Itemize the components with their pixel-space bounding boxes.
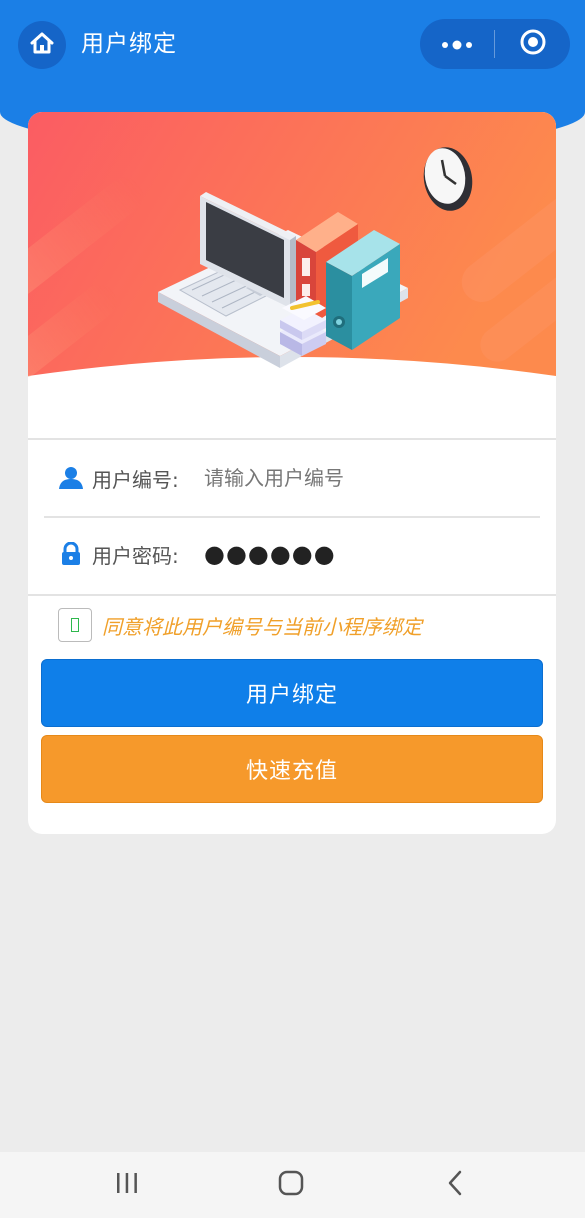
user-id-row: 用户编号:	[58, 458, 504, 498]
back-nav-button[interactable]	[410, 1152, 500, 1218]
home-icon	[29, 30, 55, 60]
password-label: 用户密码:	[92, 543, 179, 568]
home-nav-button[interactable]	[246, 1152, 336, 1218]
home-square-icon	[277, 1169, 305, 1201]
user-icon	[58, 465, 84, 491]
page-title: 用户绑定	[81, 31, 177, 57]
bind-button[interactable]: 用户绑定	[41, 659, 543, 727]
agreement-row: 同意将此用户编号与当前小程序绑定	[58, 608, 422, 642]
more-dots-icon	[440, 35, 474, 54]
lock-icon	[58, 541, 84, 567]
back-chevron-icon	[445, 1169, 465, 1201]
more-button[interactable]	[420, 19, 494, 69]
quick-recharge-button[interactable]: 快速充值	[41, 735, 543, 803]
checkbox-glyph-icon	[71, 618, 79, 632]
target-close-icon	[519, 28, 547, 60]
recent-apps-button[interactable]	[82, 1152, 172, 1218]
close-button[interactable]	[495, 19, 570, 69]
mini-program-capsule	[420, 19, 570, 69]
bind-card: 用户编号: 用户密码: ●●●●●● 同意将此用户编号与当前小程序绑定 用户绑定…	[28, 112, 556, 834]
user-id-label: 用户编号:	[92, 467, 179, 492]
home-button[interactable]	[18, 21, 66, 69]
agreement-checkbox[interactable]	[58, 608, 92, 642]
recent-apps-icon	[114, 1171, 140, 1199]
system-nav-bar	[0, 1152, 585, 1218]
password-input[interactable]: ●●●●●●	[204, 540, 504, 568]
agreement-text: 同意将此用户编号与当前小程序绑定	[102, 614, 422, 639]
password-row: 用户密码: ●●●●●●	[58, 534, 504, 574]
divider-middle	[44, 516, 540, 518]
divider-top	[28, 438, 556, 440]
user-id-input[interactable]	[204, 466, 504, 490]
hero-banner	[28, 112, 556, 438]
divider-bottom	[28, 594, 556, 596]
hero-illustration	[28, 112, 556, 378]
